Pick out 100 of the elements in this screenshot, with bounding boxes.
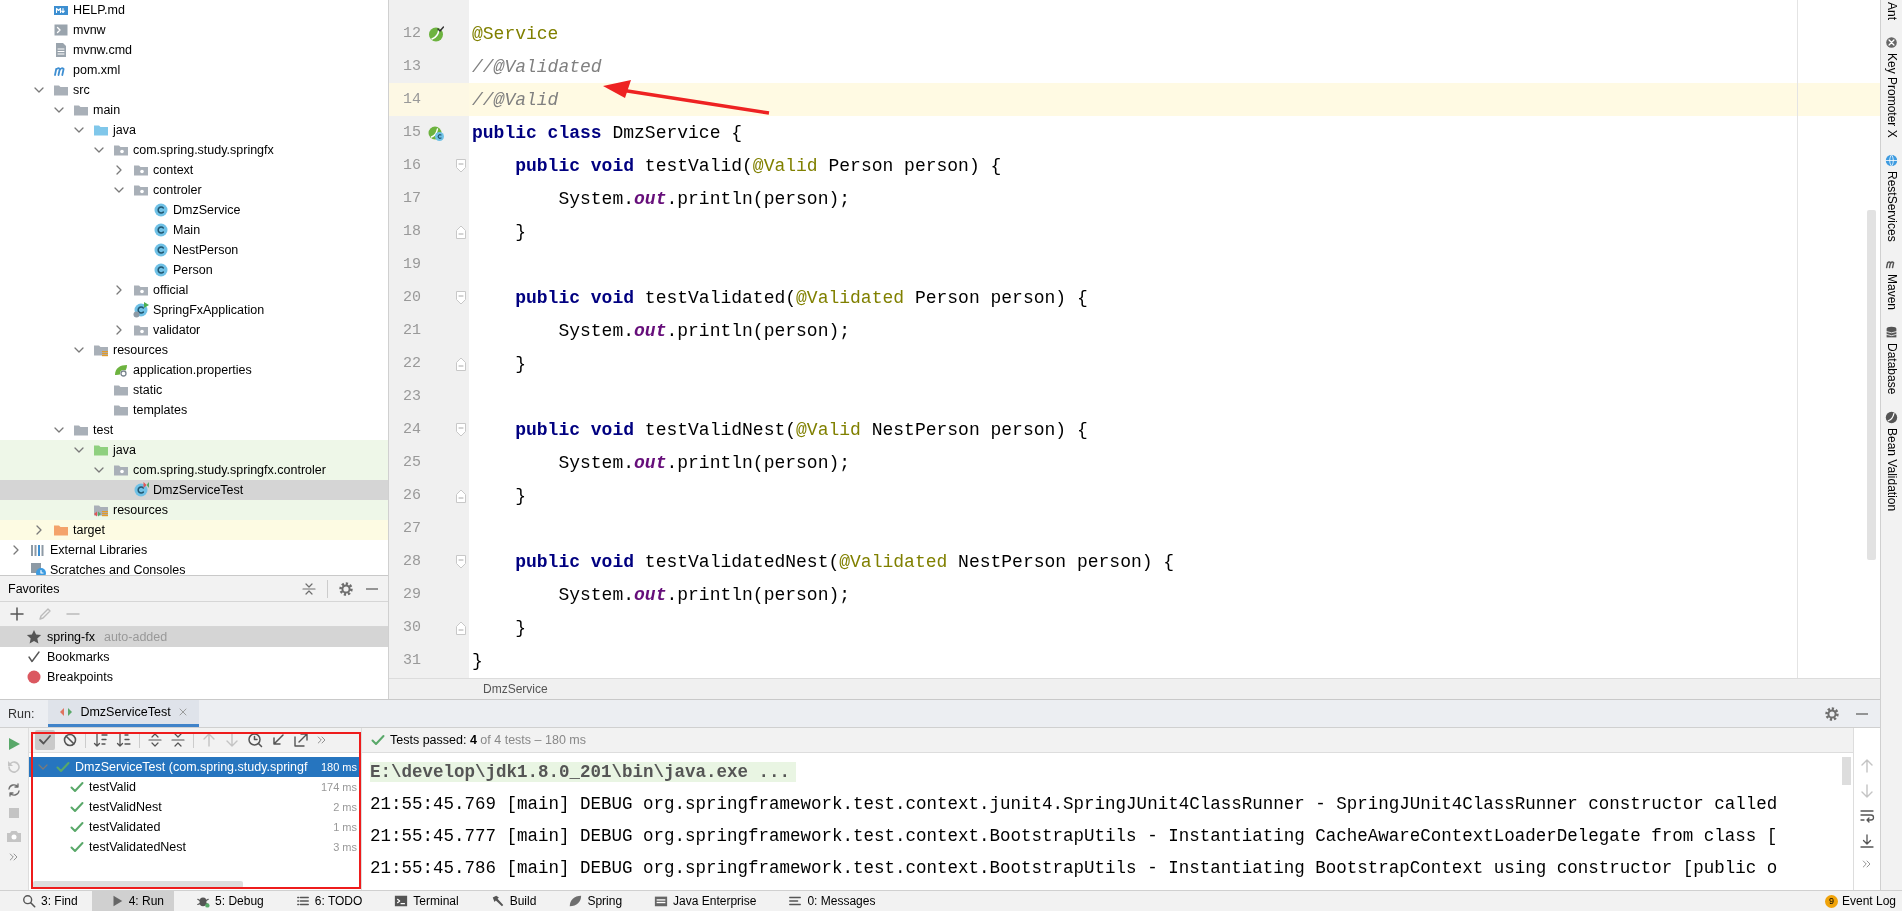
tool-window-button[interactable]: Ant [1884,2,1899,20]
test-item[interactable]: testValidNest 2 ms [29,797,361,818]
tree-item[interactable]: DmzService [0,200,388,220]
class-icon [153,202,169,218]
tool-window-button[interactable]: Build [472,891,547,911]
show-ignored-icon[interactable] [62,732,78,749]
code-line: } [514,221,526,242]
tool-window-button[interactable]: RestServices [1884,153,1899,242]
console-line: 21:55:45.777 [main] DEBUG org.springframework.test.context.BootstrapUtils - Instantiating CacheAwareContextLoaderDelegate from class [ [370,826,1778,847]
settings-icon[interactable] [1824,705,1840,722]
tree-item[interactable]: NestPerson [0,240,388,260]
tree-item[interactable]: mvnw.cmd [0,40,388,60]
code-line: public class DmzService { [471,122,743,143]
tree-item[interactable]: java [0,120,388,140]
search-icon [22,894,36,908]
test-class-icon [133,482,149,498]
scroll-to-end-icon[interactable] [1859,833,1875,850]
tree-item[interactable]: Main [0,220,388,240]
tool-window-button[interactable]: Database [1884,326,1899,395]
test-item[interactable]: testValidatedNest 3 ms [29,837,361,858]
line-number: 31 [402,652,421,669]
code-line: System.out.println(person); [557,188,851,209]
expand-all-icon[interactable] [147,732,163,749]
tree-item[interactable]: External Libraries [0,540,388,560]
sort-alphabetically-icon[interactable] [93,732,109,749]
fold-marker-icon[interactable] [453,487,469,504]
arrow-up-icon[interactable] [201,732,217,749]
favorites-item[interactable]: Breakpoints [0,667,388,687]
fold-marker-icon[interactable] [453,355,469,372]
collapse-all-icon[interactable] [170,732,186,749]
tree-item[interactable]: templates [0,400,388,420]
tool-window-button[interactable]: Spring [550,891,633,911]
favorites-item[interactable]: spring-fx auto-added [0,627,388,647]
tool-window-button[interactable]: Bean Validation [1884,410,1899,511]
history-icon[interactable] [247,732,263,749]
tree-item[interactable]: controler [0,180,388,200]
tree-item[interactable]: com.spring.study.springfx.controler [0,460,388,480]
add-icon[interactable] [9,606,25,622]
tree-item[interactable]: src [0,80,388,100]
tool-window-button[interactable]: 3: Find [4,891,88,911]
tree-item[interactable]: mvnw [0,20,388,40]
libraries-icon [30,542,46,558]
tool-window-button[interactable]: 0: Messages [770,891,886,911]
tree-item[interactable]: java [0,440,388,460]
export-icon[interactable] [293,732,309,749]
fold-marker-icon[interactable] [453,421,469,438]
more-icon[interactable] [8,851,20,864]
tool-window-button[interactable]: Key Promoter X [1884,36,1899,138]
breadcrumb[interactable]: DmzService [483,682,548,697]
more-icon[interactable] [316,734,328,747]
scrollbar-thumb[interactable] [33,881,243,888]
tool-window-button[interactable]: Maven [1884,257,1899,311]
tree-item[interactable]: target [0,520,388,540]
tree-item[interactable]: SpringFxApplication [0,300,388,320]
panel-title: Run: [8,706,35,721]
favorites-item[interactable]: Bookmarks [0,647,388,667]
tree-item[interactable]: Person [0,260,388,280]
java-enterprise-icon [654,894,669,908]
spring-bean-icon[interactable] [428,25,444,42]
tree-item[interactable]: test [0,420,388,440]
rerun-automatically-icon[interactable] [6,782,22,799]
scrollbar-thumb[interactable] [1842,757,1851,786]
code-line: System.out.println(person); [557,320,851,341]
tree-item[interactable]: official [0,280,388,300]
tree-item[interactable]: resources [0,340,388,360]
test-summary: Tests passed: 4 of 4 tests – 180 ms [390,733,586,748]
run-tab[interactable]: DmzServiceTest [48,700,199,728]
fold-marker-icon[interactable] [453,553,469,570]
tool-window-button[interactable]: 6: TODO [277,891,373,911]
tree-item[interactable]: HELP.md [0,0,388,20]
tree-item[interactable]: pom.xml [0,60,388,80]
event-log-button[interactable]: 9 Event Log [1824,894,1896,908]
tree-item[interactable]: main [0,100,388,120]
tool-window-button[interactable]: 4: Run [91,891,175,911]
tree-item[interactable]: com.spring.study.springfx [0,140,388,160]
tool-window-button[interactable]: Java Enterprise [636,891,767,911]
tool-window-button[interactable]: Terminal [376,891,469,911]
soft-wrap-icon[interactable] [1859,808,1875,825]
fold-marker-icon[interactable] [453,157,469,174]
fold-marker-icon[interactable] [453,619,469,636]
fold-marker-icon[interactable] [453,223,469,240]
sort-by-duration-icon[interactable] [116,732,132,749]
tree-item[interactable]: application.properties [0,360,388,380]
tree-item[interactable]: validator [0,320,388,340]
scrollbar-thumb[interactable] [1867,210,1876,560]
tree-item[interactable]: resources [0,500,388,520]
test-item[interactable]: testValid 174 ms [29,777,361,798]
more-icon[interactable] [1861,858,1873,871]
test-item[interactable]: testValidated 1 ms [29,817,361,838]
tool-window-button[interactable]: 5: Debug [178,891,274,911]
tree-item[interactable]: DmzServiceTest [0,480,388,500]
run-icon[interactable] [6,736,22,753]
settings-icon[interactable] [338,580,354,597]
line-number: 16 [402,157,421,174]
spring-bean-class-icon[interactable] [428,124,444,141]
fold-marker-icon[interactable] [453,289,469,306]
tree-item[interactable]: static [0,380,388,400]
test-suite-item[interactable]: DmzServiceTest (com.spring.study.springf 180 ms [29,757,361,778]
arrow-down-icon[interactable] [224,732,240,749]
tree-item[interactable]: context [0,160,388,180]
